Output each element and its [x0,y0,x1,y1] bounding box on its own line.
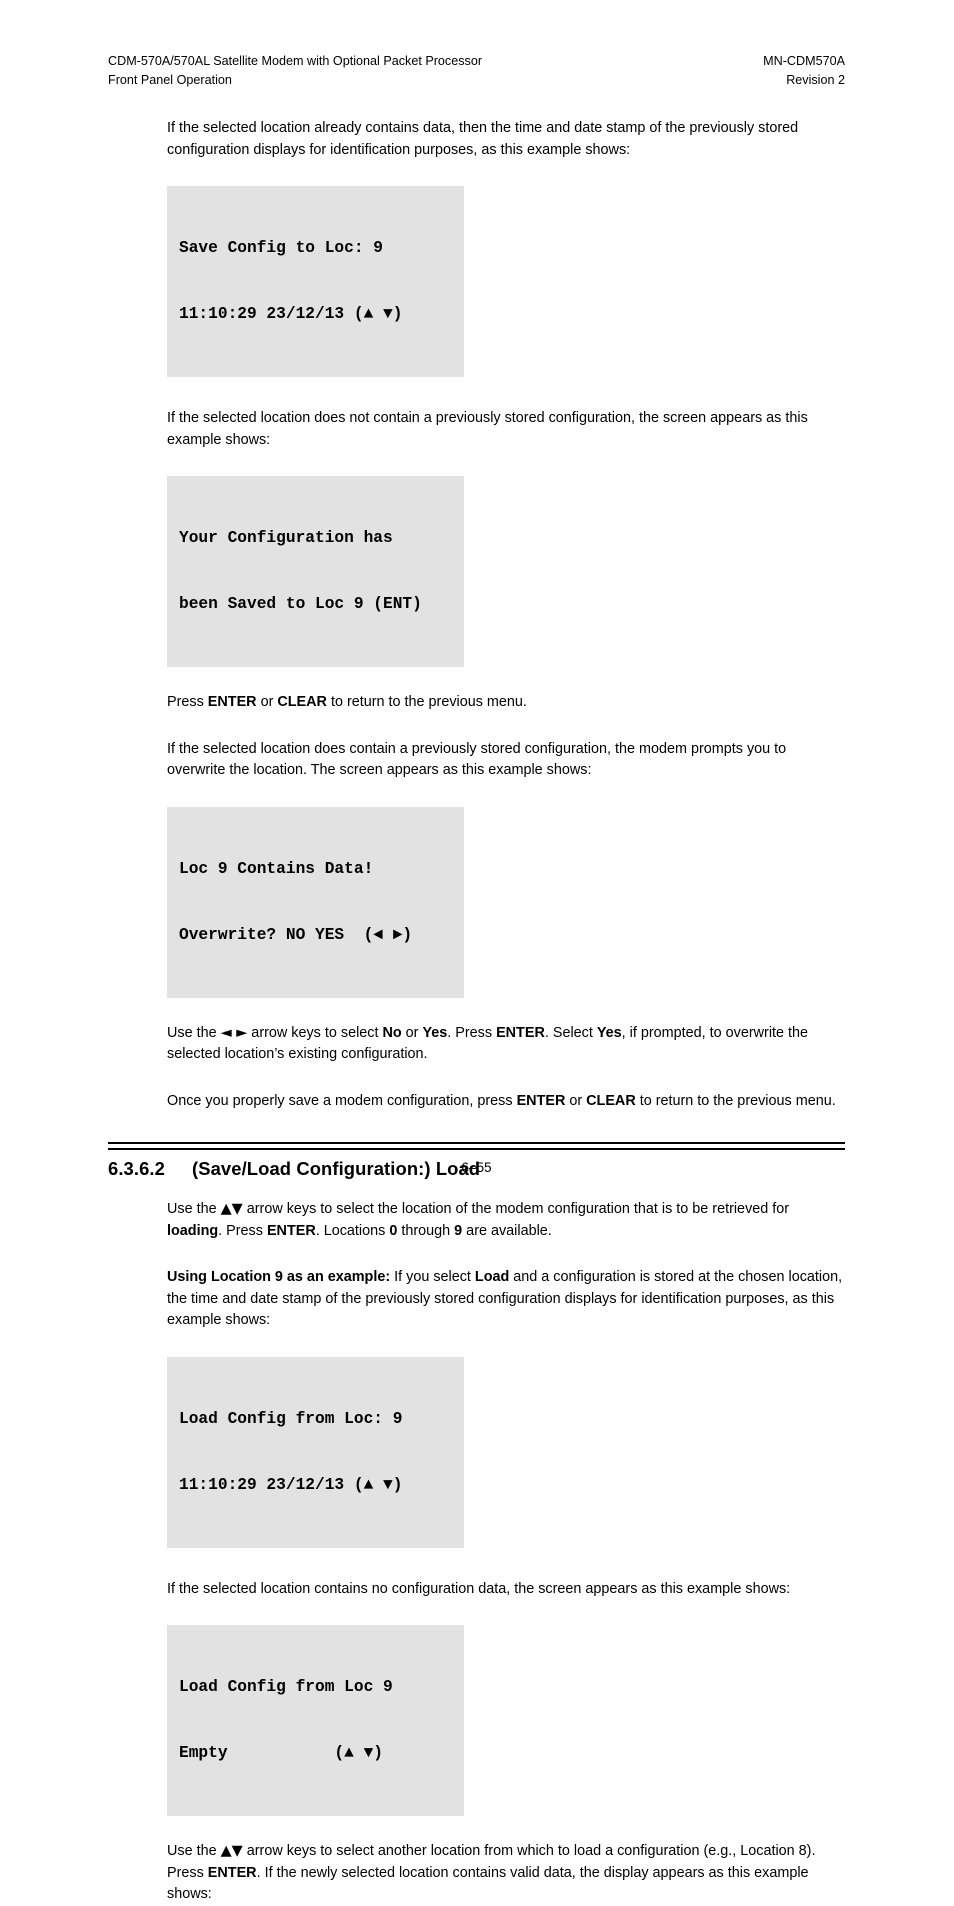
lcd-line-1: Your Configuration has [179,529,393,547]
paragraph-no-stored-config: If the selected location does not contai… [167,410,808,448]
text-fragment: through [397,1222,455,1239]
key-clear: CLEAR [277,694,327,710]
text-fragment: Use the [167,1024,221,1041]
text-fragment: to return to the previous menu. [326,694,527,710]
text-fragment: to return to the previous menu. [635,1092,836,1109]
menu-load: Load [474,1269,510,1285]
key-enter: ENTER [207,1864,257,1881]
paragraph-using-location-9-example: Using Location 9 as an example: If you s… [167,1267,845,1332]
location-max: 9 [454,1222,463,1239]
lcd-line-2: 11:10:29 23/12/13 (▲ ▼) [179,1475,403,1494]
header-left-block: CDM-570A/570AL Satellite Modem with Opti… [108,52,482,90]
text-fragment: are available. [462,1222,552,1239]
text-fragment: Use the [167,1201,221,1217]
paragraph-use-left-right-arrows: Use the ◄ ► arrow keys to select No or Y… [167,1023,845,1066]
left-right-arrow-icon: ◄ ► [220,1024,248,1041]
emphasis-using-location-9: Using Location 9 as an example: [167,1269,391,1285]
text-fragment: Press [167,694,208,710]
text-fragment: arrow keys to select [247,1024,383,1041]
paragraph-use-up-down-arrows-load: Use the ▲▼ arrow keys to select the loca… [167,1199,845,1242]
key-enter: ENTER [496,1024,545,1041]
lcd-line-2: been Saved to Loc 9 (ENT) [179,595,422,613]
key-enter: ENTER [207,694,257,710]
paragraph-select-another-location: Use the ▲▼ arrow keys to select another … [167,1841,845,1906]
lcd-screen-saved-confirm: Your Configuration has been Saved to Loc… [167,476,464,667]
page-footer: 6–55 [108,1148,845,1177]
text-fragment: . Press [218,1222,267,1239]
document-page: CDM-570A/570AL Satellite Modem with Opti… [0,0,954,1902]
lcd-line-2: Empty (▲ ▼) [179,1744,383,1762]
header-revision: Revision 2 [786,73,845,87]
lcd-line-1: Save Config to Loc: 9 [179,239,383,257]
text-fragment: . Press [447,1024,497,1041]
text-fragment: . Locations [315,1222,390,1239]
header-chapter-title: Front Panel Operation [108,73,232,87]
lcd-screen-load-config: Load Config from Loc: 9 11:10:29 23/12/1… [167,1356,464,1548]
text-fragment: . Select [544,1024,597,1041]
lcd-screen-load-empty: Load Config from Loc 9 Empty (▲ ▼) [167,1625,464,1816]
text-fragment: arrow keys to select the location of the… [242,1201,790,1217]
key-enter: ENTER [266,1222,316,1239]
up-down-arrow-icon: ▲▼ [220,1201,243,1217]
page-number: 6–55 [461,1160,492,1175]
key-clear: CLEAR [586,1092,636,1109]
header-document-title: CDM-570A/570AL Satellite Modem with Opti… [108,54,483,68]
lcd-line-2: 11:10:29 23/12/13 (▲ ▼) [179,305,403,323]
lcd-line-1: Load Config from Loc: 9 [179,1409,403,1428]
text-fragment: . If the newly selected location contain… [167,1864,809,1903]
text-fragment: If you select [390,1269,475,1285]
text-fragment: Once you properly save a modem configura… [167,1092,517,1109]
paragraph-press-enter-clear: Press ENTER or CLEAR to return to the pr… [167,692,845,714]
text-fragment: or [401,1024,423,1041]
option-yes-2: Yes [596,1024,622,1041]
header-right-block: MN-CDM570A Revision 2 [763,52,845,90]
emphasis-loading: loading [167,1222,219,1239]
lcd-line-2: Overwrite? NO YES (◄ ►) [179,925,413,944]
paragraph-overwrite-prompt-intro: If the selected location does contain a … [167,740,787,779]
paragraph-save-existing-data: If the selected location already contain… [167,120,799,158]
option-no: No [382,1024,402,1041]
paragraph-once-saved-return: Once you properly save a modem configura… [167,1091,845,1113]
option-yes: Yes [422,1024,448,1041]
text-fragment: or [565,1092,587,1109]
lcd-line-1: Loc 9 Contains Data! [179,859,374,878]
text-fragment: Use the [167,1843,221,1859]
text-fragment: or [256,694,278,710]
paragraph-no-config-data: If the selected location contains no con… [167,1580,791,1597]
lcd-screen-save-config: Save Config to Loc: 9 11:10:29 23/12/13 … [167,186,464,377]
page-content: If the selected location already contain… [108,118,845,1906]
up-down-arrow-icon: ▲▼ [220,1843,243,1859]
running-header: CDM-570A/570AL Satellite Modem with Opti… [108,52,845,90]
lcd-line-1: Load Config from Loc 9 [179,1678,393,1696]
lcd-screen-overwrite-prompt: Loc 9 Contains Data! Overwrite? NO YES (… [167,806,464,998]
key-enter: ENTER [516,1092,566,1109]
header-manual-number: MN-CDM570A [763,54,845,68]
